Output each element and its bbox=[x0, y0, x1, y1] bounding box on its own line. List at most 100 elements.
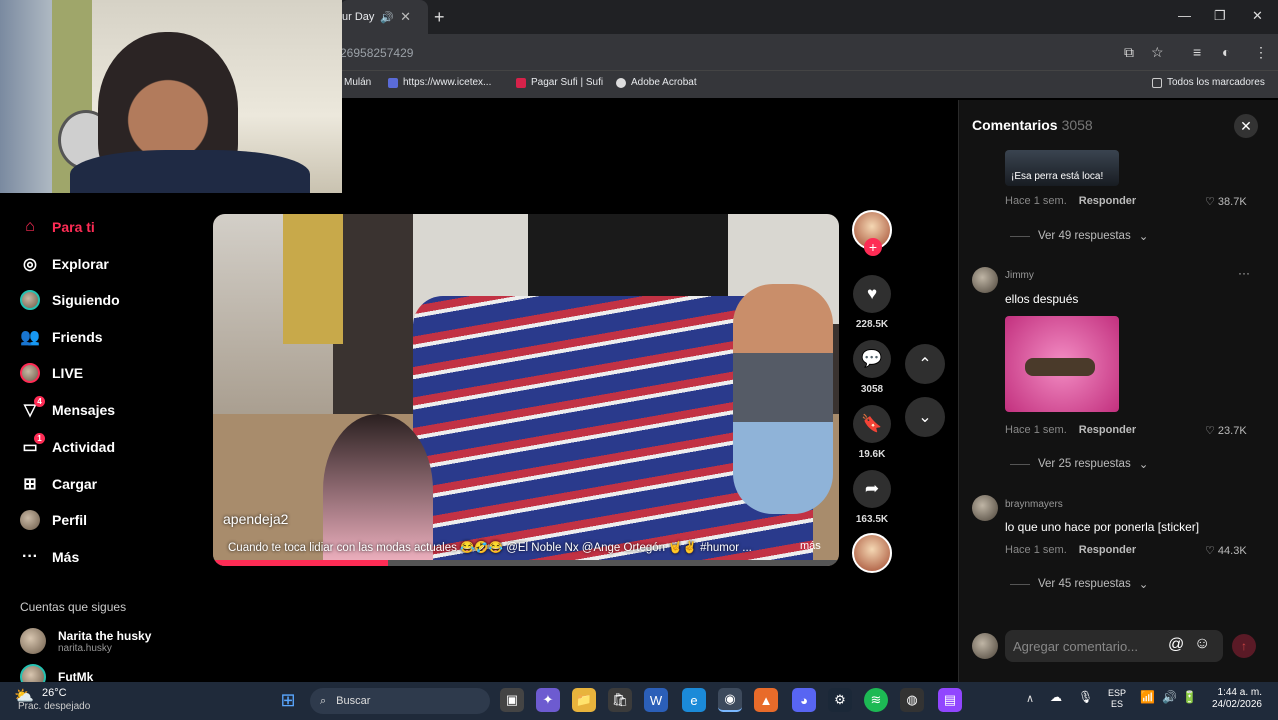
save-count: 19.6K bbox=[858, 449, 886, 460]
music-disc[interactable] bbox=[852, 533, 892, 573]
share-icon: ➦ bbox=[853, 470, 891, 508]
windows-start-icon[interactable]: ⊞ bbox=[276, 688, 300, 712]
save-button[interactable]: 🔖 19.6K bbox=[852, 405, 892, 460]
like-button[interactable]: ♥ 228.5K bbox=[852, 275, 892, 330]
comment-sticker[interactable] bbox=[1005, 316, 1119, 412]
steam-icon[interactable]: ⚙ bbox=[828, 688, 852, 712]
video-progress-track[interactable] bbox=[213, 560, 839, 566]
share-button[interactable]: ➦ 163.5K bbox=[852, 470, 892, 525]
store-icon[interactable]: 🛍 bbox=[608, 688, 632, 712]
avatar[interactable] bbox=[972, 267, 998, 293]
reply-button[interactable]: Responder bbox=[1079, 544, 1136, 556]
sidebar-item-para-ti[interactable]: ⌂ Para ti bbox=[20, 217, 95, 237]
comment-username[interactable]: Jimmy bbox=[1005, 270, 1034, 281]
obs-icon[interactable]: ◍ bbox=[900, 688, 924, 712]
following-account[interactable]: Narita the husky narita.husky bbox=[20, 628, 151, 654]
emoji-icon[interactable]: ☺ bbox=[1194, 635, 1210, 653]
new-tab-button[interactable]: + bbox=[434, 7, 445, 28]
install-icon[interactable]: ⧉ bbox=[1124, 44, 1134, 61]
bookmark-acrobat[interactable]: Adobe Acrobat bbox=[616, 77, 697, 88]
sidebar-item-siguiendo[interactable]: Siguiendo bbox=[20, 290, 120, 310]
media-control-icon[interactable]: ≡ bbox=[1193, 44, 1201, 60]
reply-button[interactable]: Responder bbox=[1079, 195, 1136, 207]
minimize-icon[interactable]: — bbox=[1178, 8, 1191, 23]
post-comment-button[interactable]: ↑ bbox=[1232, 634, 1256, 658]
divider bbox=[1010, 463, 1030, 465]
onedrive-icon[interactable]: ☁ bbox=[1050, 690, 1062, 704]
wifi-icon[interactable]: 📶 bbox=[1140, 690, 1155, 704]
edge-icon[interactable]: e bbox=[682, 688, 706, 712]
chevron-down-icon: ⌄ bbox=[1138, 459, 1149, 471]
show-hidden-icons[interactable]: ∧ bbox=[1026, 692, 1034, 705]
battery-icon[interactable]: 🔋 bbox=[1182, 690, 1197, 704]
webcam-overlay bbox=[0, 0, 342, 193]
bookmark-icetex[interactable]: https://www.icetex... bbox=[388, 77, 491, 88]
chevron-down-icon: ⌄ bbox=[918, 409, 932, 426]
clock[interactable]: 1:44 a. m. 24/02/2026 bbox=[1210, 687, 1262, 711]
word-icon[interactable]: W bbox=[644, 688, 668, 712]
sidebar-item-explorar[interactable]: ◎ Explorar bbox=[20, 254, 109, 274]
comment-meta: Hace 1 sem. Responder bbox=[1005, 195, 1137, 207]
url-field[interactable]: 26958257429 bbox=[340, 46, 413, 60]
maximize-icon[interactable]: ❐ bbox=[1214, 8, 1226, 24]
previous-video-button[interactable]: ⌃ bbox=[905, 344, 945, 384]
view-replies-button[interactable]: Ver 49 respuestas ⌄ bbox=[1010, 229, 1148, 243]
close-comments-button[interactable]: ✕ bbox=[1234, 114, 1258, 138]
comment-button[interactable]: 💬 3058 bbox=[852, 340, 892, 395]
comment-username[interactable]: braynmayers bbox=[1005, 499, 1063, 510]
tab-close-icon[interactable]: ✕ bbox=[400, 9, 411, 25]
taskbar-search[interactable]: ⌕ Buscar bbox=[310, 688, 490, 714]
video-author[interactable]: apendeja2 bbox=[223, 511, 288, 527]
brave-icon[interactable]: ▲ bbox=[754, 688, 778, 712]
file-explorer-icon[interactable]: 📁 bbox=[572, 688, 596, 712]
reply-button[interactable]: Responder bbox=[1079, 424, 1136, 436]
search-icon: ⌕ bbox=[320, 694, 327, 707]
chevron-down-icon: ⌄ bbox=[1138, 231, 1149, 243]
chrome-icon[interactable]: ◉ bbox=[718, 688, 742, 712]
activity-badge: 1 bbox=[34, 433, 45, 444]
comment-image[interactable]: ¡Esa perra está loca! bbox=[1005, 150, 1119, 186]
creator-avatar[interactable]: + bbox=[852, 210, 892, 256]
comments-title: Comentarios 3058 bbox=[972, 117, 1093, 133]
audio-icon[interactable]: 🔊 bbox=[380, 11, 394, 24]
mention-icon[interactable]: @ bbox=[1168, 636, 1184, 654]
follow-plus-icon[interactable]: + bbox=[864, 238, 882, 256]
bookmark-star-icon[interactable]: ☆ bbox=[1151, 44, 1164, 61]
view-replies-button[interactable]: Ver 45 respuestas ⌄ bbox=[1010, 577, 1148, 591]
bookmark-mulan[interactable]: Mulán bbox=[344, 77, 371, 88]
profile-avatar[interactable]: ◐ bbox=[1222, 44, 1230, 60]
language-indicator[interactable]: ESP ES bbox=[1108, 688, 1126, 710]
activity-icon: ▭ 1 bbox=[20, 433, 45, 457]
twitch-icon[interactable]: ▤ bbox=[938, 688, 962, 712]
home-icon: ⌂ bbox=[25, 218, 35, 235]
avatar[interactable] bbox=[972, 495, 998, 521]
messages-badge: 4 bbox=[34, 396, 45, 407]
view-replies-button[interactable]: Ver 25 respuestas ⌄ bbox=[1010, 457, 1148, 471]
all-bookmarks[interactable]: Todos los marcadores bbox=[1152, 77, 1265, 88]
menu-dots-icon[interactable]: ⋮ bbox=[1254, 44, 1268, 61]
spotify-icon[interactable]: ≋ bbox=[864, 688, 888, 712]
task-view-icon[interactable]: ▣ bbox=[500, 688, 524, 712]
comment-like[interactable]: ♡ 38.7K bbox=[1205, 195, 1247, 208]
close-window-icon[interactable]: ✕ bbox=[1252, 8, 1263, 24]
volume-icon[interactable]: 🔊 bbox=[1162, 690, 1177, 704]
copilot-icon[interactable]: ✦ bbox=[536, 688, 560, 712]
browser-tab[interactable]: ur Day 🔊 ✕ bbox=[340, 0, 428, 34]
next-video-button[interactable]: ⌄ bbox=[905, 397, 945, 437]
comment-menu-icon[interactable]: ··· bbox=[1238, 266, 1250, 280]
sidebar-item-cargar[interactable]: ⊞ Cargar bbox=[20, 474, 97, 494]
discord-icon[interactable]: ◕ bbox=[792, 688, 816, 712]
sidebar-item-mas[interactable]: ··· Más bbox=[20, 547, 79, 567]
sidebar-item-perfil[interactable]: Perfil bbox=[20, 510, 87, 530]
sidebar-item-mensajes[interactable]: ▽ 4 Mensajes bbox=[20, 396, 115, 420]
sidebar-item-actividad[interactable]: ▭ 1 Actividad bbox=[20, 433, 115, 457]
caption-more-link[interactable]: más bbox=[800, 540, 821, 552]
sidebar-item-live[interactable]: LIVE bbox=[20, 363, 83, 383]
bookmark-sufi[interactable]: Pagar Sufi | Sufi bbox=[516, 77, 603, 88]
comment-like[interactable]: ♡ 44.3K bbox=[1205, 544, 1247, 557]
microphone-icon[interactable]: 🎙 bbox=[1078, 690, 1093, 704]
comment-input[interactable]: Agregar comentario... bbox=[1005, 630, 1223, 662]
sidebar-item-friends[interactable]: 👥 Friends bbox=[20, 327, 103, 347]
video-player[interactable] bbox=[213, 214, 839, 566]
comment-like[interactable]: ♡ 23.7K bbox=[1205, 424, 1247, 437]
